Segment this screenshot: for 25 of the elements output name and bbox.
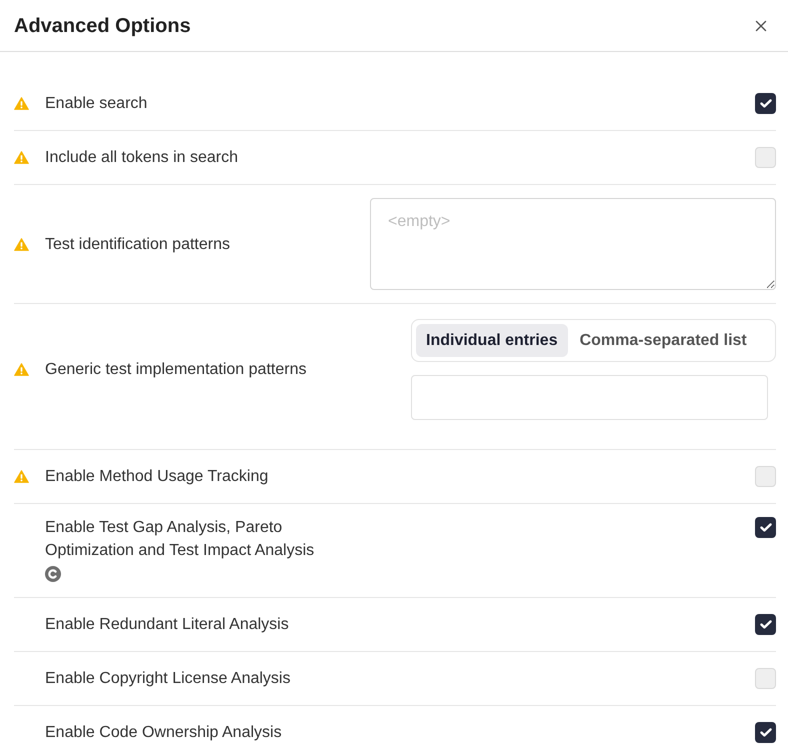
check-icon <box>760 620 772 629</box>
checkbox[interactable] <box>755 517 776 538</box>
checkbox[interactable] <box>755 722 776 743</box>
check-icon <box>760 99 772 108</box>
option-label: Enable Test Gap Analysis, Pareto Optimization and Test Impact Analysis <box>45 518 316 561</box>
dialog-title: Advanced Options <box>14 14 191 38</box>
checkbox[interactable] <box>755 614 776 635</box>
patterns-textarea[interactable]: <empty> <box>370 198 776 290</box>
option-label: Enable search <box>45 94 148 114</box>
mode-tab[interactable]: Comma-separated list <box>570 324 757 357</box>
checkbox[interactable] <box>755 93 776 114</box>
check-icon <box>760 728 772 737</box>
checkbox[interactable] <box>755 668 776 689</box>
mode-tab[interactable]: Individual entries <box>416 324 568 357</box>
option-label: Generic test implementation patterns <box>45 360 308 380</box>
entry-input[interactable] <box>411 375 768 420</box>
option-label: Test identification patterns <box>45 234 231 254</box>
check-icon <box>760 523 772 532</box>
checkbox[interactable] <box>755 466 776 487</box>
option-label: Include all tokens in search <box>45 148 239 168</box>
option-label: Enable Method Usage Tracking <box>45 467 270 487</box>
option-label: Enable Code Ownership Analysis <box>45 723 283 743</box>
option-label: Enable Copyright License Analysis <box>45 669 292 689</box>
checkbox[interactable] <box>755 147 776 168</box>
option-label: Enable Redundant Literal Analysis <box>45 615 290 635</box>
